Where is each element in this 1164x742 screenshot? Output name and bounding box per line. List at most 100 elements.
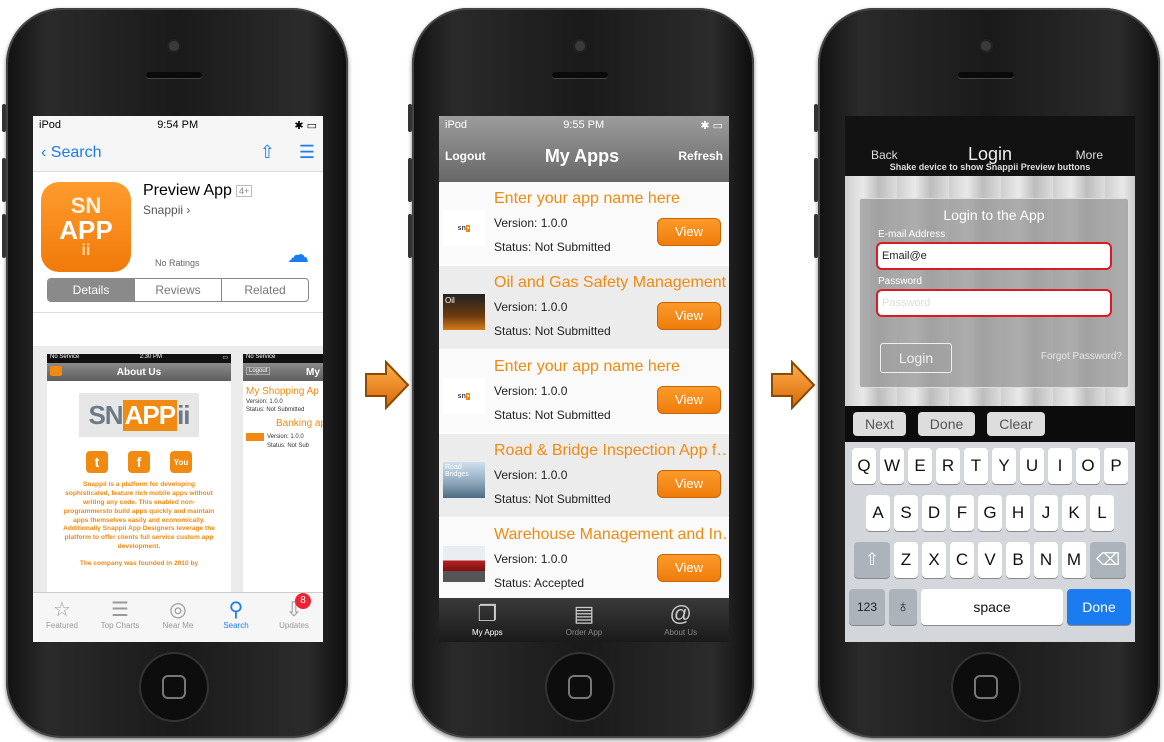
segment-reviews[interactable]: Reviews xyxy=(135,279,222,301)
key-c[interactable]: C xyxy=(950,542,974,578)
view-button[interactable]: View xyxy=(657,386,721,414)
share-icon[interactable]: ⇧ xyxy=(260,142,275,163)
volume-down-button xyxy=(814,214,818,258)
iphone-login: Back Login More Shake device to show Sna… xyxy=(814,8,1160,738)
back-button[interactable]: ‹ Search xyxy=(41,144,101,162)
app-status: Status: Not Submitted xyxy=(494,492,611,506)
next-button[interactable]: Next xyxy=(853,412,906,436)
logo-text-left: SN xyxy=(88,399,123,430)
cloud-download-icon[interactable]: ☁ xyxy=(287,242,309,268)
refresh-button[interactable]: Refresh xyxy=(678,149,723,163)
segment-related[interactable]: Related xyxy=(222,279,308,301)
app-icon-text-1: SN xyxy=(70,193,102,218)
key-z[interactable]: Z xyxy=(894,542,918,578)
tab-search[interactable]: ⚲ Search xyxy=(207,593,265,642)
done-key[interactable]: Done xyxy=(1067,589,1131,625)
backspace-key-icon[interactable]: ⌫ xyxy=(1090,542,1126,578)
tab-featured[interactable]: ☆ Featured xyxy=(33,593,91,642)
key-t[interactable]: T xyxy=(964,448,988,484)
key-s[interactable]: S xyxy=(894,495,918,531)
mini-app-status: Status: Not Submitted xyxy=(246,407,305,413)
app-row[interactable]: Warehouse Management and In… Version: 1.… xyxy=(439,518,729,602)
password-field[interactable]: Password xyxy=(876,289,1112,317)
key-n[interactable]: N xyxy=(1034,542,1058,578)
home-button[interactable] xyxy=(953,654,1019,720)
key-l[interactable]: L xyxy=(1090,495,1114,531)
key-q[interactable]: Q xyxy=(852,448,876,484)
app-icon-text-2: APP xyxy=(59,215,113,245)
tab-label: Search xyxy=(223,621,249,630)
key-o[interactable]: O xyxy=(1076,448,1100,484)
developer-name: Snappii xyxy=(143,203,184,217)
key-b[interactable]: B xyxy=(1006,542,1030,578)
key-m[interactable]: M xyxy=(1062,542,1086,578)
key-g[interactable]: G xyxy=(978,495,1002,531)
login-screen: Back Login More Shake device to show Sna… xyxy=(845,116,1135,642)
app-logo-mark: ▪ xyxy=(465,224,471,232)
home-button[interactable] xyxy=(141,654,207,720)
key-r[interactable]: R xyxy=(936,448,960,484)
tab-top-charts[interactable]: ☰ Top Charts xyxy=(91,593,149,642)
app-thumbnail: sn▪ xyxy=(443,210,485,246)
app-row[interactable]: sn▪ Enter your app name here Version: 1.… xyxy=(439,350,729,434)
key-w[interactable]: W xyxy=(880,448,904,484)
space-key[interactable]: space xyxy=(921,589,1063,625)
screenshots-gallery[interactable]: No Service 2:30 PM ▭ About Us SN APP ii t f … xyxy=(33,346,323,604)
volume-up-button xyxy=(814,158,818,202)
key-j[interactable]: J xyxy=(1034,495,1058,531)
key-i[interactable]: I xyxy=(1048,448,1072,484)
app-row[interactable]: sn▪ Enter your app name here Version: 1.… xyxy=(439,182,729,266)
segment-details[interactable]: Details xyxy=(48,279,135,301)
view-button[interactable]: View xyxy=(657,470,721,498)
key-p[interactable]: P xyxy=(1104,448,1128,484)
developer-link[interactable]: Snappii › xyxy=(143,203,252,217)
clear-button[interactable]: Clear xyxy=(987,412,1045,436)
arrow-right-icon xyxy=(365,360,410,410)
tab-near-me[interactable]: ◎ Near Me xyxy=(149,593,207,642)
app-name: Road & Bridge Inspection App f… xyxy=(494,442,726,459)
tab-my-apps[interactable]: ❐ My Apps xyxy=(439,598,536,642)
shake-hint: Shake device to show Snappii Preview but… xyxy=(889,162,1091,172)
app-thumbnail: Road Bridges xyxy=(443,462,485,498)
app-status: Status: Not Submitted xyxy=(494,408,611,422)
list-icon[interactable]: ☰ xyxy=(299,142,315,163)
key-u[interactable]: U xyxy=(1020,448,1044,484)
app-thumbnail xyxy=(443,546,485,582)
mini-logout-button: Logout xyxy=(246,367,271,375)
tab-order-app[interactable]: ▤ Order App xyxy=(536,598,633,642)
key-h[interactable]: H xyxy=(1006,495,1030,531)
key-y[interactable]: Y xyxy=(992,448,1016,484)
login-button[interactable]: Login xyxy=(880,343,952,373)
updates-badge: 8 xyxy=(295,593,311,609)
forgot-password-link[interactable]: Forgot Password? xyxy=(1041,351,1122,362)
mute-switch xyxy=(814,104,818,132)
app-row[interactable]: Road Bridges Road & Bridge Inspection Ap… xyxy=(439,434,729,518)
keyboard-row-2: A S D F G H J K L xyxy=(845,495,1135,531)
mini-battery-icon: ▭ xyxy=(222,355,228,361)
view-button[interactable]: View xyxy=(657,302,721,330)
microphone-icon[interactable]: ♁ xyxy=(889,589,917,625)
mute-switch xyxy=(408,104,412,132)
app-row[interactable]: Oil Oil and Gas Safety Management… Versi… xyxy=(439,266,729,350)
more-button[interactable]: More xyxy=(1076,148,1103,162)
done-accessory-button[interactable]: Done xyxy=(917,412,976,436)
key-k[interactable]: K xyxy=(1062,495,1086,531)
key-v[interactable]: V xyxy=(978,542,1002,578)
divider xyxy=(33,312,323,313)
key-f[interactable]: F xyxy=(950,495,974,531)
home-button[interactable] xyxy=(547,654,613,720)
key-a[interactable]: A xyxy=(866,495,890,531)
email-field[interactable]: Email@e xyxy=(876,242,1112,270)
key-x[interactable]: X xyxy=(922,542,946,578)
logout-button[interactable]: Logout xyxy=(445,149,486,163)
view-button[interactable]: View xyxy=(657,554,721,582)
tab-updates[interactable]: ⇩ 8 Updates xyxy=(265,593,323,642)
twitter-icon: t xyxy=(86,451,108,473)
shift-key-icon[interactable]: ⇧ xyxy=(854,542,890,578)
key-e[interactable]: E xyxy=(908,448,932,484)
app-status: Status: Not Submitted xyxy=(494,240,611,254)
tab-about-us[interactable]: @ About Us xyxy=(632,598,729,642)
numbers-key[interactable]: 123 xyxy=(849,589,885,625)
key-d[interactable]: D xyxy=(922,495,946,531)
view-button[interactable]: View xyxy=(657,218,721,246)
